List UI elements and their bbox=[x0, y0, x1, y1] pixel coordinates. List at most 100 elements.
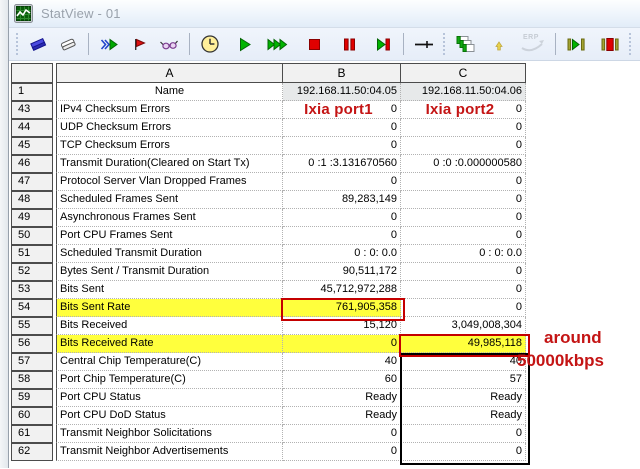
cell-c54[interactable]: 0 bbox=[401, 299, 526, 317]
cell-b50[interactable]: 0 bbox=[283, 227, 401, 245]
row-header-57[interactable]: 57 bbox=[11, 353, 53, 371]
cell-c47[interactable]: 0 bbox=[401, 173, 526, 191]
cell-a60[interactable]: Port CPU DoD Status bbox=[56, 407, 283, 425]
cell-a51[interactable]: Scheduled Transmit Duration bbox=[56, 245, 283, 263]
cell-c46[interactable]: 0 :0 :0.000000580 bbox=[401, 155, 526, 173]
cell-a56[interactable]: Bits Received Rate bbox=[56, 335, 283, 353]
row-header-43[interactable]: 43 bbox=[11, 101, 53, 119]
cell-c44[interactable]: 0 bbox=[401, 119, 526, 137]
cell-b48[interactable]: 89,283,149 bbox=[283, 191, 401, 209]
cell-b59[interactable]: Ready bbox=[283, 389, 401, 407]
cell-b49[interactable]: 0 bbox=[283, 209, 401, 227]
erp-icon[interactable]: ERP bbox=[516, 31, 548, 57]
cell-c57[interactable]: 40 bbox=[401, 353, 526, 371]
cell-c62[interactable]: 0 bbox=[401, 443, 526, 461]
cell-a57[interactable]: Central Chip Temperature(C) bbox=[56, 353, 283, 371]
row-header-50[interactable]: 50 bbox=[11, 227, 53, 245]
cell-b47[interactable]: 0 bbox=[283, 173, 401, 191]
cell-c61[interactable]: 0 bbox=[401, 425, 526, 443]
row-header-1[interactable]: 1 bbox=[11, 83, 53, 101]
cell-c50[interactable]: 0 bbox=[401, 227, 526, 245]
cell-c49[interactable]: 0 bbox=[401, 209, 526, 227]
row-header-44[interactable]: 44 bbox=[11, 119, 53, 137]
row-header-58[interactable]: 58 bbox=[11, 371, 53, 389]
cell-c58[interactable]: 57 bbox=[401, 371, 526, 389]
cell-a52[interactable]: Bytes Sent / Transmit Duration bbox=[56, 263, 283, 281]
stop-icon[interactable] bbox=[301, 31, 327, 57]
red-flag-icon[interactable] bbox=[126, 31, 152, 57]
toolbar-grip[interactable] bbox=[628, 33, 633, 55]
fast-forward-icon[interactable] bbox=[265, 31, 291, 57]
latency-line-icon[interactable] bbox=[411, 31, 437, 57]
cell-c55[interactable]: 3,049,008,304 bbox=[401, 317, 526, 335]
row-header-46[interactable]: 46 bbox=[11, 155, 53, 173]
column-header-b[interactable]: B bbox=[283, 63, 401, 83]
cell-c59[interactable]: Ready bbox=[401, 389, 526, 407]
cell-a45[interactable]: TCP Checksum Errors bbox=[56, 137, 283, 155]
cell-b1[interactable]: 192.168.11.50:04.05 bbox=[283, 83, 401, 101]
red-between-bars-icon[interactable] bbox=[597, 31, 623, 57]
row-header-56[interactable]: 56 bbox=[11, 335, 53, 353]
column-header-c[interactable]: C bbox=[401, 63, 526, 83]
cell-a46[interactable]: Transmit Duration(Cleared on Start Tx) bbox=[56, 155, 283, 173]
cell-a43[interactable]: IPv4 Checksum Errors bbox=[56, 101, 283, 119]
row-header-53[interactable]: 53 bbox=[11, 281, 53, 299]
row-header-55[interactable]: 55 bbox=[11, 317, 53, 335]
pause-icon[interactable] bbox=[336, 31, 362, 57]
row-header-52[interactable]: 52 bbox=[11, 263, 53, 281]
stacked-sheets-icon[interactable] bbox=[452, 31, 478, 57]
cell-b45[interactable]: 0 bbox=[283, 137, 401, 155]
row-header-48[interactable]: 48 bbox=[11, 191, 53, 209]
cell-c52[interactable]: 0 bbox=[401, 263, 526, 281]
cell-b52[interactable]: 90,511,172 bbox=[283, 263, 401, 281]
titlebar[interactable]: StatView - 01 bbox=[9, 0, 640, 28]
toolbar-grip[interactable] bbox=[442, 33, 447, 55]
cell-b56[interactable]: 0 bbox=[283, 335, 401, 353]
column-header-a[interactable]: A bbox=[56, 63, 283, 83]
cell-b57[interactable]: 40 bbox=[283, 353, 401, 371]
cell-b51[interactable]: 0 : 0: 0.0 bbox=[283, 245, 401, 263]
cell-c60[interactable]: Ready bbox=[401, 407, 526, 425]
cell-c53[interactable]: 0 bbox=[401, 281, 526, 299]
cell-a55[interactable]: Bits Received bbox=[56, 317, 283, 335]
cell-b60[interactable]: Ready bbox=[283, 407, 401, 425]
cell-a54[interactable]: Bits Sent Rate bbox=[56, 299, 283, 317]
yellow-arrow-icon[interactable] bbox=[486, 31, 512, 57]
cell-b55[interactable]: 15,120 bbox=[283, 317, 401, 335]
statview-chart-icon[interactable] bbox=[14, 4, 33, 23]
step-icon[interactable] bbox=[370, 31, 396, 57]
cell-b46[interactable]: 0 :1 :3.131670560 bbox=[283, 155, 401, 173]
row-header-62[interactable]: 62 bbox=[11, 443, 53, 461]
cell-a53[interactable]: Bits Sent bbox=[56, 281, 283, 299]
glasses-icon[interactable] bbox=[156, 31, 182, 57]
cell-b44[interactable]: 0 bbox=[283, 119, 401, 137]
row-header-45[interactable]: 45 bbox=[11, 137, 53, 155]
cell-a48[interactable]: Scheduled Frames Sent bbox=[56, 191, 283, 209]
row-header-60[interactable]: 60 bbox=[11, 407, 53, 425]
apply-run-icon[interactable] bbox=[96, 31, 122, 57]
row-header-51[interactable]: 51 bbox=[11, 245, 53, 263]
cell-a61[interactable]: Transmit Neighbor Solicitations bbox=[56, 425, 283, 443]
eraser-icon[interactable] bbox=[25, 31, 51, 57]
clock-icon[interactable] bbox=[197, 31, 223, 57]
cell-c1[interactable]: 192.168.11.50:04.06 bbox=[401, 83, 526, 101]
cell-c48[interactable]: 0 bbox=[401, 191, 526, 209]
row-header-61[interactable]: 61 bbox=[11, 425, 53, 443]
cell-a1[interactable]: Name bbox=[56, 83, 283, 101]
cell-a50[interactable]: Port CPU Frames Sent bbox=[56, 227, 283, 245]
row-header-47[interactable]: 47 bbox=[11, 173, 53, 191]
play-between-bars-icon[interactable] bbox=[563, 31, 589, 57]
cell-a58[interactable]: Port Chip Temperature(C) bbox=[56, 371, 283, 389]
cell-b61[interactable]: 0 bbox=[283, 425, 401, 443]
cell-c56[interactable]: 49,985,118 bbox=[401, 335, 526, 353]
cell-a62[interactable]: Transmit Neighbor Advertisements bbox=[56, 443, 283, 461]
cell-b43[interactable]: Ixia port10 bbox=[283, 101, 401, 119]
cell-b58[interactable]: 60 bbox=[283, 371, 401, 389]
cell-b53[interactable]: 45,712,972,288 bbox=[283, 281, 401, 299]
row-header-49[interactable]: 49 bbox=[11, 209, 53, 227]
toolbar-grip[interactable] bbox=[15, 33, 20, 55]
cell-a47[interactable]: Protocol Server Vlan Dropped Frames bbox=[56, 173, 283, 191]
eraser-outline-icon[interactable] bbox=[55, 31, 81, 57]
cell-a49[interactable]: Asynchronous Frames Sent bbox=[56, 209, 283, 227]
play-icon[interactable] bbox=[231, 31, 257, 57]
